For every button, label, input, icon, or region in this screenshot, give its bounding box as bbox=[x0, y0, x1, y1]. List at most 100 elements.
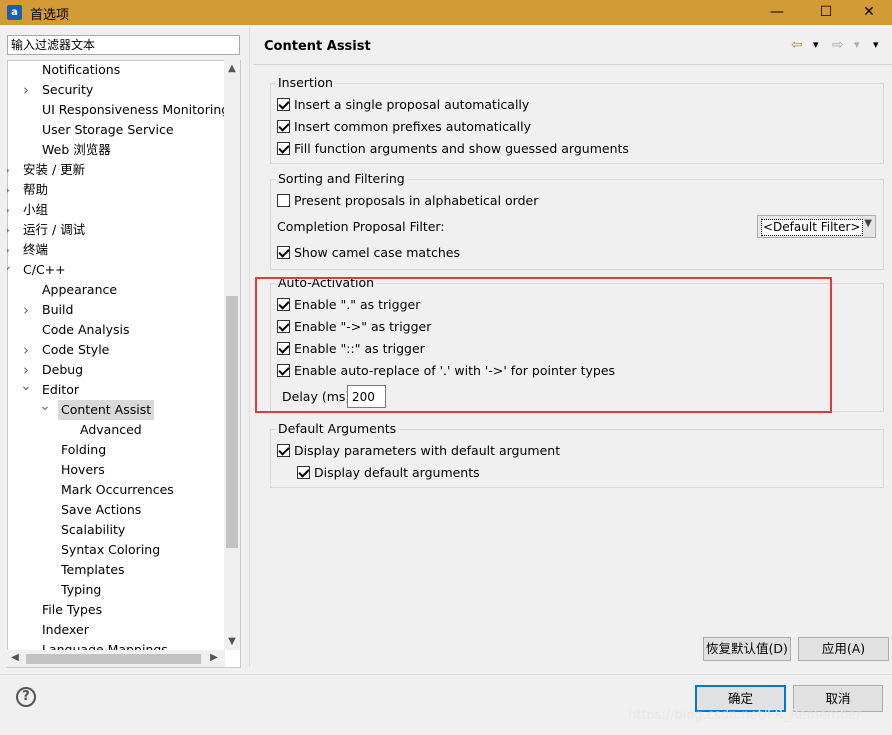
chevron-down-icon[interactable]: ▼ bbox=[864, 218, 872, 229]
scroll-right-icon[interactable]: ▶ bbox=[207, 652, 221, 663]
tree-item-label: User Storage Service bbox=[42, 122, 174, 137]
insertion-option-checkbox-box[interactable] bbox=[277, 142, 290, 155]
tree-item-label: C/C++ bbox=[23, 262, 66, 277]
tree-item-label: Advanced bbox=[80, 422, 142, 437]
tree-vertical-scroll-thumb[interactable] bbox=[226, 296, 238, 548]
chevron-right-icon[interactable]: › bbox=[7, 220, 13, 240]
chevron-down-icon[interactable]: ⌄ bbox=[39, 399, 51, 420]
tree-horizontal-scroll-thumb[interactable] bbox=[26, 654, 201, 664]
completion-filter-value: <Default Filter> bbox=[761, 219, 863, 236]
insertion-group-legend: Insertion bbox=[276, 75, 335, 90]
tree-item-label: Notifications bbox=[42, 62, 121, 77]
alphabetical-order-label: Present proposals in alphabetical order bbox=[294, 193, 539, 208]
tree-item[interactable]: Web 浏览器 bbox=[7, 140, 224, 160]
scroll-left-icon[interactable]: ◀ bbox=[8, 652, 22, 663]
tree-item[interactable]: Indexer bbox=[7, 620, 224, 640]
display-default-args-checkbox-box[interactable] bbox=[297, 466, 310, 479]
scroll-down-icon[interactable]: ▼ bbox=[225, 636, 239, 647]
tree-item-label: 运行 / 调试 bbox=[23, 222, 86, 237]
header-separator bbox=[253, 64, 892, 65]
chevron-right-icon[interactable]: › bbox=[20, 300, 32, 320]
tree-item[interactable]: Mark Occurrences bbox=[7, 480, 224, 500]
tree-item[interactable]: Typing bbox=[7, 580, 224, 600]
tree-item[interactable]: › 安装 / 更新 bbox=[7, 160, 224, 180]
tree-item[interactable]: Folding bbox=[7, 440, 224, 460]
filter-input[interactable] bbox=[7, 35, 240, 55]
back-history-chevron-down-icon[interactable]: ▾ bbox=[813, 38, 819, 51]
chevron-right-icon[interactable]: › bbox=[20, 340, 32, 360]
tree-item[interactable]: Syntax Coloring bbox=[7, 540, 224, 560]
tree-item[interactable]: Appearance bbox=[7, 280, 224, 300]
tree-item[interactable]: User Storage Service bbox=[7, 120, 224, 140]
tree-item-label: Web 浏览器 bbox=[42, 142, 111, 157]
maximize-button[interactable]: ☐ bbox=[803, 0, 849, 25]
camel-case-label: Show camel case matches bbox=[294, 245, 460, 260]
tree-item[interactable]: › 终端 bbox=[7, 240, 224, 260]
default-arguments-group-legend: Default Arguments bbox=[276, 421, 399, 436]
tree-item-label: 帮助 bbox=[23, 182, 49, 197]
tree-item-label: Save Actions bbox=[61, 502, 142, 517]
chevron-right-icon[interactable]: › bbox=[7, 160, 13, 180]
tree-item[interactable]: Advanced bbox=[7, 420, 224, 440]
chevron-right-icon[interactable]: › bbox=[7, 180, 13, 200]
tree-item[interactable]: ⌄ C/C++ bbox=[7, 259, 224, 280]
display-parameters-checkbox-box[interactable] bbox=[277, 444, 290, 457]
tree-item[interactable]: › 小组 bbox=[7, 200, 224, 220]
tree-item[interactable]: ⌄ Editor bbox=[7, 379, 224, 400]
tree-item-label: Code Analysis bbox=[42, 322, 130, 337]
sorting-group-legend: Sorting and Filtering bbox=[276, 171, 407, 186]
tree-item[interactable]: › Security bbox=[7, 80, 224, 100]
restore-defaults-button[interactable]: 恢复默认值(D) bbox=[703, 637, 791, 661]
chevron-down-icon[interactable]: ⌄ bbox=[7, 259, 13, 280]
chevron-down-icon[interactable]: ⌄ bbox=[20, 379, 32, 400]
chevron-right-icon[interactable]: › bbox=[7, 200, 13, 220]
help-icon[interactable]: ? bbox=[16, 687, 36, 707]
close-button[interactable]: ✕ bbox=[846, 0, 892, 25]
tree-item-label: File Types bbox=[42, 602, 103, 617]
insertion-option-label: Fill function arguments and show guessed… bbox=[294, 141, 629, 156]
app-icon: a bbox=[7, 5, 22, 20]
insertion-option-label: Insert common prefixes automatically bbox=[294, 119, 532, 134]
insertion-option-checkbox-box[interactable] bbox=[277, 120, 290, 133]
forward-arrow-icon[interactable]: ⇨ bbox=[832, 37, 844, 53]
tree-item[interactable]: › Debug bbox=[7, 360, 224, 380]
scroll-up-icon[interactable]: ▲ bbox=[225, 63, 239, 74]
camel-case-checkbox-box[interactable] bbox=[277, 246, 290, 259]
tree-item-label: Typing bbox=[61, 582, 102, 597]
tree-item[interactable]: › Code Style bbox=[7, 340, 224, 360]
tree-item[interactable]: › 运行 / 调试 bbox=[7, 220, 224, 240]
tree-item[interactable]: Hovers bbox=[7, 460, 224, 480]
tree-item[interactable]: File Types bbox=[7, 600, 224, 620]
tree-item[interactable]: ⌄ Content Assist bbox=[7, 399, 224, 420]
tree-item[interactable]: Language Mappings bbox=[7, 640, 224, 650]
insertion-option-checkbox-box[interactable] bbox=[277, 98, 290, 111]
tree-item-label: Editor bbox=[42, 382, 79, 397]
minimize-button[interactable]: — bbox=[754, 0, 800, 25]
tree-item[interactable]: UI Responsiveness Monitoring bbox=[7, 100, 224, 120]
tree-item-label: Security bbox=[42, 82, 94, 97]
tree-item[interactable]: › 帮助 bbox=[7, 180, 224, 200]
forward-history-chevron-down-icon[interactable]: ▾ bbox=[854, 38, 860, 51]
tree-item-label: Appearance bbox=[42, 282, 118, 297]
apply-button[interactable]: 应用(A) bbox=[798, 637, 889, 661]
tree-item-label: 安装 / 更新 bbox=[23, 162, 86, 177]
chevron-right-icon[interactable]: › bbox=[7, 240, 13, 260]
view-menu-chevron-down-icon[interactable]: ▾ bbox=[873, 38, 879, 51]
chevron-right-icon[interactable]: › bbox=[20, 360, 32, 380]
tree-item[interactable]: › Build bbox=[7, 300, 224, 320]
tree-item[interactable]: Templates bbox=[7, 560, 224, 580]
tree-item[interactable]: Code Analysis bbox=[7, 320, 224, 340]
tree-item-label: Syntax Coloring bbox=[61, 542, 161, 557]
alphabetical-order-checkbox-box[interactable] bbox=[277, 194, 290, 207]
back-arrow-icon[interactable]: ⇦ bbox=[791, 37, 803, 53]
tree-item[interactable]: Scalability bbox=[7, 520, 224, 540]
completion-filter-select[interactable]: <Default Filter> ▼ bbox=[757, 215, 876, 238]
tree-item[interactable]: Notifications bbox=[7, 60, 224, 80]
bottom-separator bbox=[0, 674, 892, 675]
panel-splitter[interactable] bbox=[249, 27, 250, 667]
completion-filter-label: Completion Proposal Filter: bbox=[277, 219, 445, 234]
page-title: Content Assist bbox=[264, 39, 371, 54]
tree-item[interactable]: Save Actions bbox=[7, 500, 224, 520]
tree-item-label: Mark Occurrences bbox=[61, 482, 174, 497]
chevron-right-icon[interactable]: › bbox=[20, 80, 32, 100]
